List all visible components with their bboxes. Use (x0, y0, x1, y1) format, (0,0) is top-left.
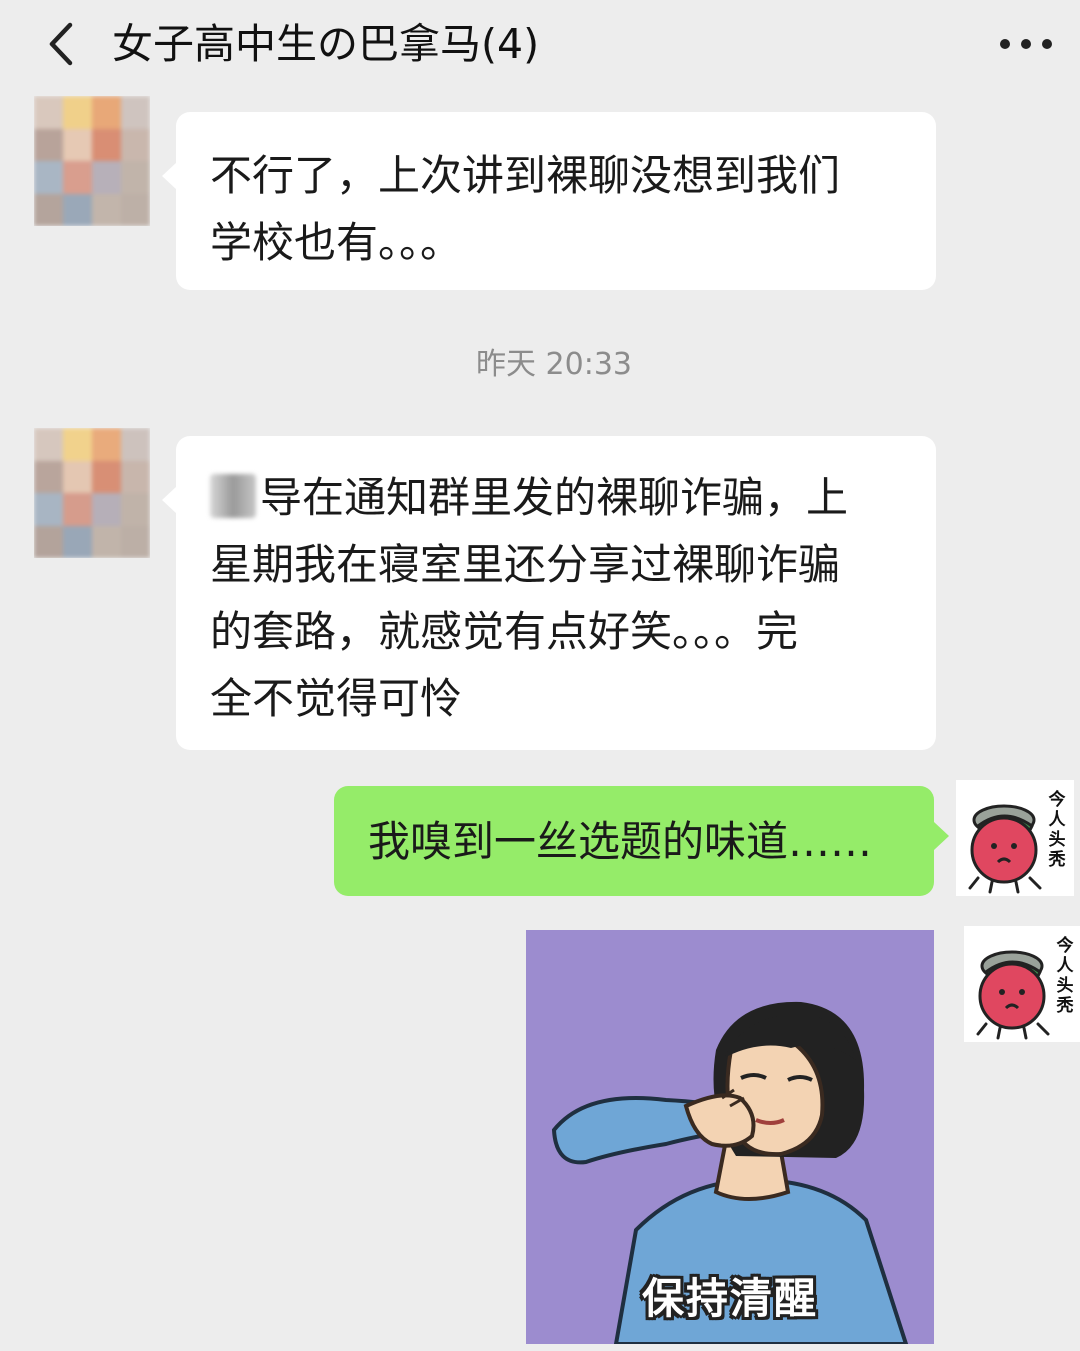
chat-screen: 女子高中生の巴拿马(4) 不行了，上次讲到裸聊没想到我们 学校也有。。。 昨天 … (0, 0, 1080, 1351)
message-text-line: 全不觉得可怜 (210, 674, 463, 723)
message-text-line: 我嗅到一丝选题的味道…… (368, 817, 873, 866)
image-caption: 保持清醒 (641, 1274, 818, 1323)
message-text-line: 的套路，就感觉有点好笑。。。完 (210, 607, 799, 656)
message-text-line: 导在通知群里发的裸聊诈骗，上 (210, 464, 902, 531)
message-text-line: 学校也有。。。 (210, 218, 463, 267)
chat-header: 女子高中生の巴拿马(4) (0, 0, 1080, 96)
self-avatar[interactable]: 今人头秃 (956, 780, 1074, 896)
message-timestamp: 昨天 20:33 (476, 347, 632, 382)
back-button[interactable] (30, 14, 90, 74)
chat-title: 女子高中生の巴拿马(4) (112, 20, 540, 68)
sender-avatar[interactable] (34, 96, 150, 226)
self-avatar[interactable]: 今人头秃 (964, 926, 1080, 1042)
redacted-text (210, 474, 256, 518)
more-button[interactable] (996, 20, 1056, 68)
sticker-caption: 今人头秃 (1048, 790, 1066, 870)
message-bubble[interactable]: 导在通知群里发的裸聊诈骗，上 星期我在寝室里还分享过裸聊诈骗 的套路，就感觉有点… (162, 436, 936, 750)
message-bubble-self[interactable]: 我嗅到一丝选题的味道…… (334, 786, 949, 896)
more-dots-icon (1000, 39, 1052, 49)
message-text-line: 不行了，上次讲到裸聊没想到我们 (210, 151, 841, 200)
message-text-line: 星期我在寝室里还分享过裸聊诈骗 (210, 540, 841, 589)
message-bubble[interactable]: 不行了，上次讲到裸聊没想到我们 学校也有。。。 (162, 112, 936, 290)
image-message[interactable]: 保持清醒 (526, 930, 934, 1344)
sticker-caption: 今人头秃 (1056, 936, 1074, 1016)
chevron-left-icon (49, 22, 73, 66)
sender-avatar[interactable] (34, 428, 150, 558)
